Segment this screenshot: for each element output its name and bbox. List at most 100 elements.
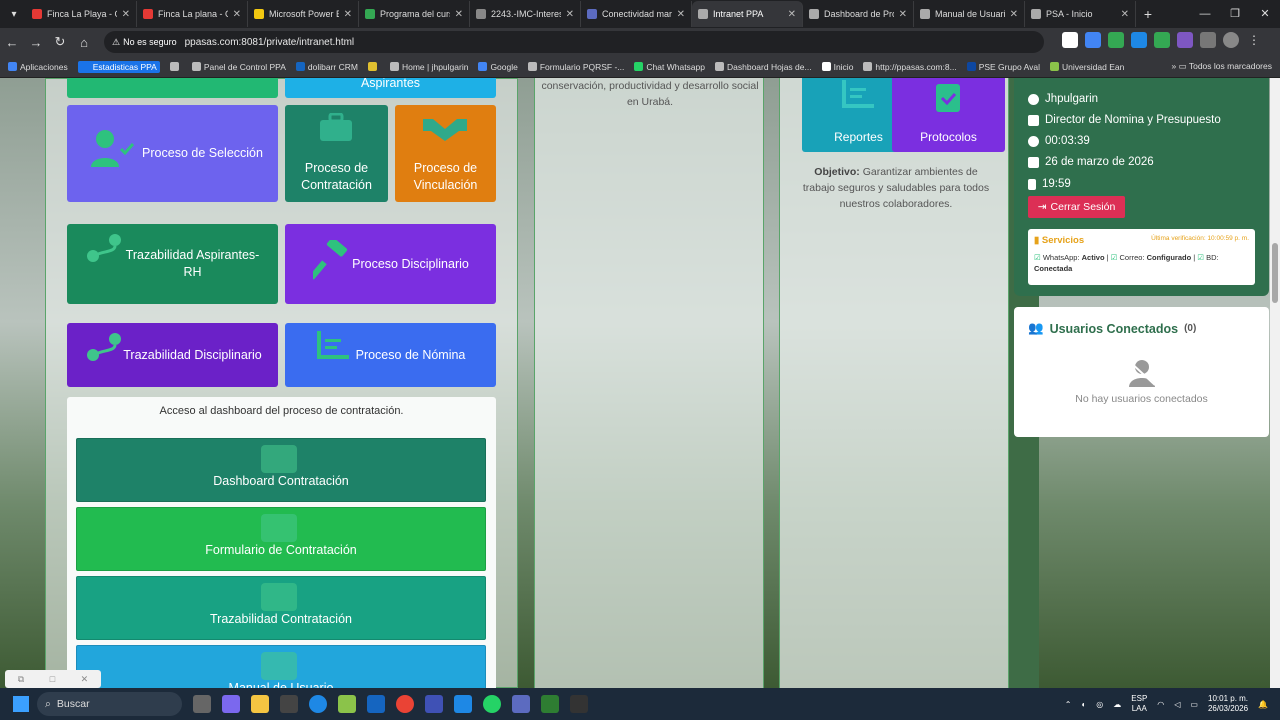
app-icon[interactable] [541, 695, 559, 713]
extension-icon[interactable] [1177, 32, 1193, 48]
logout-button[interactable]: ⇥ Cerrar Sesión [1028, 196, 1125, 218]
tab[interactable]: PSA - Inicio ✕ [1025, 1, 1136, 27]
close-icon[interactable]: ✕ [81, 674, 89, 685]
cloud-icon[interactable]: ☁ [1113, 700, 1121, 709]
tile-aspirantes[interactable]: Aspirantes [285, 78, 496, 98]
file-explorer-icon[interactable] [251, 695, 269, 713]
bookmark-item[interactable] [367, 62, 380, 71]
bookmark-item[interactable]: Panel de Control PPA [191, 62, 286, 72]
bookmark-item[interactable]: Dashboard Hojas de... [715, 62, 812, 72]
extension-icon[interactable] [1154, 32, 1170, 48]
outlook-icon[interactable] [367, 695, 385, 713]
close-tab-icon[interactable]: ✕ [1121, 9, 1129, 20]
tile-top-left[interactable] [67, 78, 278, 98]
tile-trazabilidad-disciplinario[interactable]: Trazabilidad Disciplinario [67, 323, 278, 387]
url-input[interactable]: ⚠ No es seguro ppasas.com:8081/private/in… [104, 31, 1044, 53]
home-icon[interactable]: ⌂ [72, 35, 96, 50]
extension-icon[interactable] [1108, 32, 1124, 48]
teams-icon[interactable] [512, 695, 530, 713]
extension-icon[interactable] [1131, 32, 1147, 48]
close-tab-icon[interactable]: ✕ [677, 9, 685, 20]
bookmark-item[interactable]: Home | jhpulgarin [389, 62, 468, 72]
edge-icon[interactable] [309, 695, 327, 713]
app-icon[interactable] [570, 695, 588, 713]
bookmark-item[interactable]: Google [478, 62, 518, 72]
close-tab-icon[interactable]: ✕ [1010, 9, 1018, 20]
restore-icon[interactable]: □ [50, 674, 55, 684]
dashboard-link-button[interactable]: Formulario de Contratación [76, 507, 486, 571]
page-scrollbar[interactable] [1270, 78, 1280, 688]
all-bookmarks[interactable]: » ▭ Todos los marcadores [1172, 61, 1272, 72]
tab[interactable]: Microsoft Power B ✕ [248, 1, 359, 27]
battery-icon[interactable]: ▭ [1190, 700, 1198, 709]
wifi-icon[interactable]: ◠ [1157, 700, 1164, 709]
protocolos-card[interactable]: Protocolos [892, 78, 1005, 152]
notification-icon[interactable]: 🔔 [1258, 700, 1268, 709]
copy-icon[interactable]: ⧉ [18, 674, 24, 685]
app-icon[interactable] [338, 695, 356, 713]
chrome-icon[interactable] [396, 695, 414, 713]
clock[interactable]: 10:01 p. m. 26/03/2026 [1208, 694, 1248, 714]
chevron-up-icon[interactable]: ⌃ [1065, 700, 1072, 709]
bookmark-item[interactable]: Formulario PQRSF -... [527, 62, 624, 72]
close-tab-icon[interactable]: ✕ [455, 9, 463, 20]
tile-vinculacion[interactable]: Proceso de Vinculación [395, 105, 496, 202]
minimize-icon[interactable]: — [1190, 0, 1220, 28]
whatsapp-icon[interactable] [483, 695, 501, 713]
store-icon[interactable] [280, 695, 298, 713]
tab[interactable]: Manual de Usuari ✕ [914, 1, 1025, 27]
app-icon[interactable] [425, 695, 443, 713]
tray-icon[interactable]: ◐ [1081, 700, 1086, 709]
dashboard-link-button[interactable]: Trazabilidad Contratación [76, 576, 486, 640]
not-secure-badge[interactable]: ⚠ No es seguro [112, 37, 177, 48]
new-tab-button[interactable]: + [1136, 6, 1160, 22]
bookmark-item[interactable]: PSE Grupo Aval [966, 62, 1040, 72]
taskbar-search[interactable]: ⌕ Buscar [37, 692, 182, 716]
bookmark-item[interactable]: Chat Whatsapp [634, 62, 705, 72]
bookmark-item[interactable] [169, 62, 182, 71]
close-window-icon[interactable]: ✕ [1250, 0, 1280, 28]
windows-start-icon[interactable] [13, 696, 29, 712]
restore-icon[interactable]: ❐ [1220, 0, 1250, 28]
bookmark-item[interactable]: dolibarr CRM [295, 62, 358, 72]
tab[interactable]: Finca La plana - G ✕ [137, 1, 248, 27]
tile-trazabilidad-aspirantes[interactable]: Trazabilidad Aspirantes-RH [67, 224, 278, 304]
tab[interactable]: Conectividad mar ✕ [581, 1, 692, 27]
bookmark-item[interactable]: Aplicaciones [8, 62, 68, 72]
extension-icon[interactable] [1085, 32, 1101, 48]
dashboard-link-button[interactable]: Manual de Usuario [76, 645, 486, 688]
puzzle-icon[interactable] [1200, 32, 1216, 48]
volume-icon[interactable]: ◁ [1174, 700, 1180, 709]
back-icon[interactable]: ← [0, 35, 24, 50]
tab[interactable]: 2243.-IMC-Interes ✕ [470, 1, 581, 27]
tile-disciplinario[interactable]: Proceso Disciplinario [285, 224, 496, 304]
close-tab-icon[interactable]: ✕ [899, 9, 907, 20]
extension-icon[interactable] [1062, 32, 1078, 48]
tab[interactable]: Finca La Playa - G ✕ [26, 1, 137, 27]
task-view-icon[interactable] [193, 695, 211, 713]
app-icon[interactable] [454, 695, 472, 713]
close-tab-icon[interactable]: ✕ [788, 9, 796, 20]
bookmark-item[interactable]: Universidad Ean [1049, 62, 1124, 72]
dashboard-link-button[interactable]: Dashboard Contratación [76, 438, 486, 502]
forward-icon[interactable]: → [24, 35, 48, 50]
bookmark-item[interactable]: http://ppasas.com:8... [863, 62, 957, 72]
close-tab-icon[interactable]: ✕ [122, 9, 130, 20]
tab[interactable]: Programa del curs ✕ [359, 1, 470, 27]
tab[interactable]: Dashboard de Pro ✕ [803, 1, 914, 27]
tile-seleccion[interactable]: Proceso de Selección [67, 105, 278, 202]
close-tab-icon[interactable]: ✕ [344, 9, 352, 20]
close-tab-icon[interactable]: ✕ [566, 9, 574, 20]
profile-avatar[interactable] [1223, 32, 1239, 48]
reload-icon[interactable]: ↻ [48, 34, 72, 50]
bookmark-item[interactable]: Inicio [821, 62, 853, 72]
tab-search-icon[interactable]: ▾ [2, 2, 26, 26]
tile-nomina[interactable]: Proceso de Nómina [285, 323, 496, 387]
scrollbar-thumb[interactable] [1272, 243, 1278, 303]
tray-icon[interactable]: ◎ [1096, 700, 1103, 709]
menu-dots-icon[interactable]: ⋮ [1246, 32, 1262, 48]
close-tab-icon[interactable]: ✕ [233, 9, 241, 20]
tab[interactable]: Intranet PPA ✕ [692, 1, 803, 27]
bookmark-item[interactable]: Estadisticas PPA [77, 60, 160, 73]
tile-contratacion[interactable]: Proceso de Contratación [285, 105, 388, 202]
